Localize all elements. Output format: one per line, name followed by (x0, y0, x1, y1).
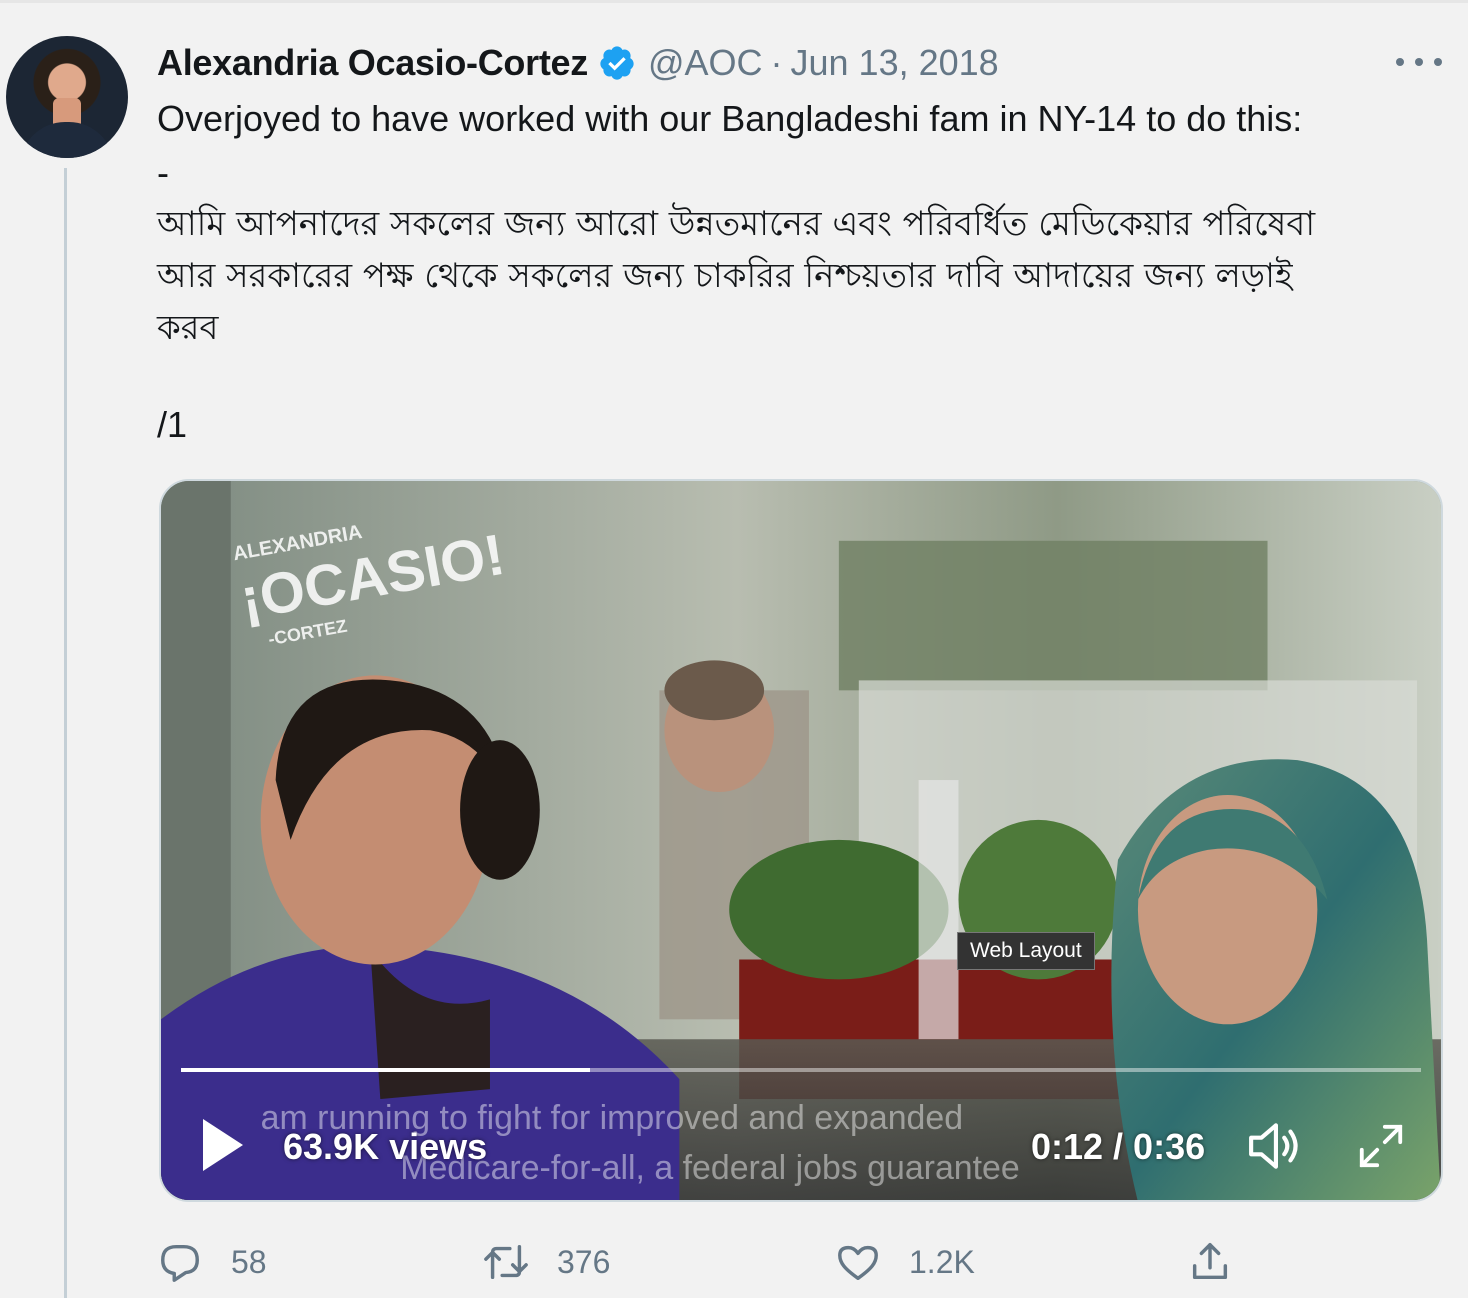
top-divider (0, 0, 1468, 3)
like-count: 1.2K (909, 1243, 975, 1280)
share-button[interactable] (1187, 1232, 1233, 1292)
heart-icon (838, 1245, 878, 1281)
thread-marker: /1 (157, 404, 188, 445)
play-icon[interactable] (199, 1117, 247, 1173)
tweet-text-line1: Overjoyed to have worked with our Bangla… (157, 98, 1303, 139)
author-handle[interactable]: @AOC (648, 42, 763, 84)
more-options-icon[interactable] (1396, 52, 1442, 72)
reply-button[interactable]: 58 (157, 1232, 267, 1292)
tweet-date[interactable]: Jun 13, 2018 (791, 42, 999, 84)
video-progress-fill (181, 1068, 591, 1072)
tweet-bengali-line2: আর সরকারের পক্ষ থেকে সকলের জন্য চাকরির ন… (157, 256, 1293, 296)
retweet-button[interactable]: 376 (483, 1232, 610, 1292)
svg-text:Medicare-for-all, a federal jo: Medicare-for-all, a federal jobs guarant… (400, 1149, 1019, 1187)
separator-dot: · (770, 42, 783, 83)
fullscreen-icon[interactable] (1355, 1121, 1407, 1171)
like-button[interactable]: 1.2K (835, 1232, 975, 1292)
video-time: 0:12 / 0:36 (1031, 1126, 1206, 1167)
tweet-bengali-line3: করব (157, 308, 219, 348)
retweet-count: 376 (557, 1243, 611, 1280)
web-layout-tooltip: Web Layout (957, 932, 1095, 970)
share-icon (1192, 1243, 1228, 1280)
video-player[interactable]: ALEXANDRIA ¡OCASIO! -CORTEZ am running t… (159, 479, 1443, 1202)
verified-badge-icon (600, 46, 634, 80)
tweet-bengali-line1: আমি আপনাদের সকলের জন্য আরো উন্নতমানের এব… (157, 204, 1316, 244)
tweet-actions: 58 376 1.2K (157, 1232, 1257, 1292)
reply-icon (161, 1244, 199, 1282)
thread-line (64, 168, 67, 1298)
reply-count: 58 (231, 1243, 267, 1280)
volume-icon[interactable] (1247, 1119, 1309, 1173)
avatar[interactable] (6, 36, 128, 158)
video-frame: ALEXANDRIA ¡OCASIO! -CORTEZ am running t… (161, 481, 1441, 1200)
video-view-count: 63.9K views (283, 1126, 488, 1167)
retweet-icon (484, 1244, 528, 1280)
author-name[interactable]: Alexandria Ocasio-Cortez (157, 42, 588, 84)
tweet-text-line2: - (157, 152, 169, 193)
tweet-header: Alexandria Ocasio-Cortez @AOC · Jun 13, … (157, 40, 999, 86)
video-progress-bar[interactable] (181, 1068, 1421, 1072)
